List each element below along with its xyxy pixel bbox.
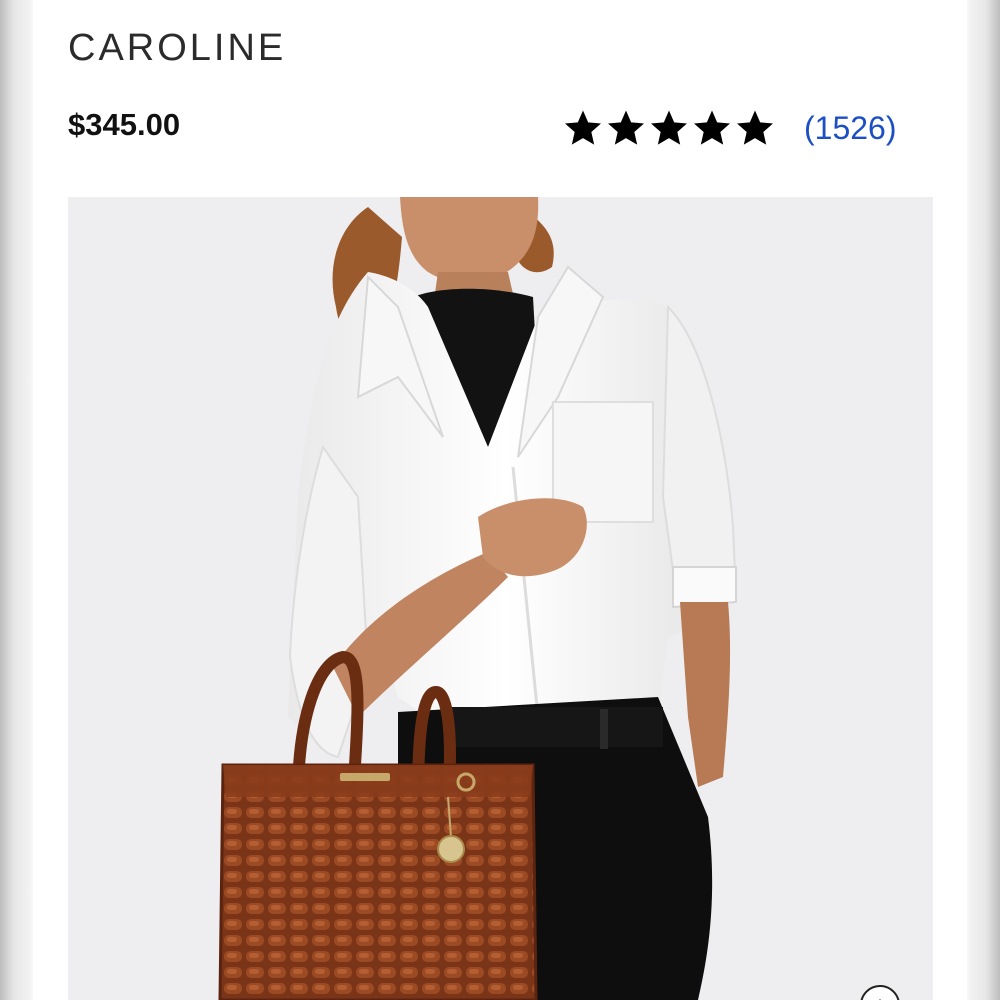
review-count-link[interactable]: (1526) — [804, 108, 897, 148]
star-icon — [737, 110, 773, 145]
product-title: CAROLINE — [68, 27, 287, 69]
star-rating — [563, 108, 778, 148]
rating-summary[interactable]: (1526) — [563, 106, 897, 150]
star-icon — [651, 110, 687, 145]
product-image[interactable] — [68, 197, 933, 1000]
plus-icon: + — [875, 995, 886, 1000]
star-icon — [694, 110, 730, 145]
product-card: CAROLINE $345.00 (1526) — [33, 0, 967, 1000]
product-photo — [68, 197, 933, 1000]
star-icon — [565, 110, 601, 145]
star-icon — [608, 110, 644, 145]
product-price: $345.00 — [68, 107, 181, 142]
